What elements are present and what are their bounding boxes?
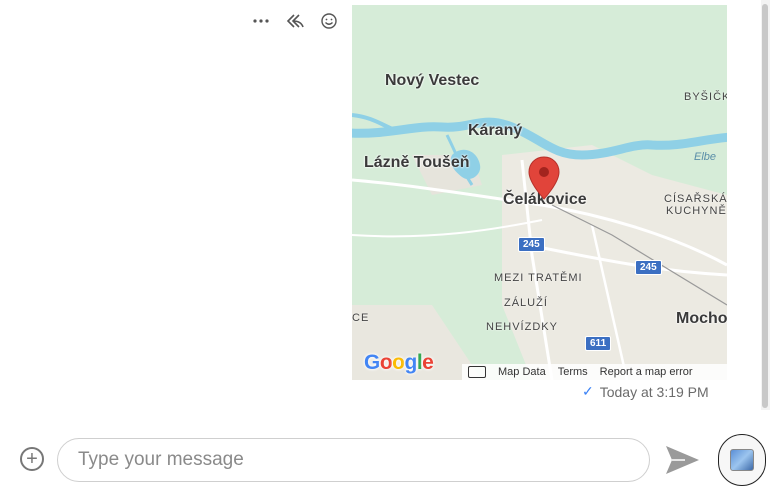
emoji-icon[interactable] [318, 10, 340, 32]
place-label: Mocho [676, 310, 727, 327]
road-shield: 245 [518, 237, 545, 252]
river-label: Elbe [694, 151, 717, 163]
place-label: CÍSAŘSKÁ [664, 193, 727, 205]
map-pin-icon [528, 156, 560, 200]
send-button[interactable] [663, 441, 701, 479]
place-label: MEZI TRATĚMI [494, 272, 583, 284]
more-horizontal-icon[interactable] [250, 10, 272, 32]
keyboard-icon[interactable] [468, 366, 486, 378]
location-map[interactable]: Nový Vestec Káraný Lázně Toušeň Čelákovi… [352, 5, 727, 380]
message-actions [250, 10, 340, 32]
road-shield: 611 [585, 336, 612, 351]
place-label: Nový Vestec [385, 72, 480, 89]
google-logo: Google [364, 351, 434, 374]
place-label: BYŠIČKY [684, 91, 727, 103]
place-label: Lázně Toušeň [364, 154, 470, 171]
road-shield: 245 [635, 260, 662, 275]
scrollbar-thumb[interactable] [762, 4, 768, 408]
map-attribution: Map Data Terms Report a map error [462, 364, 727, 380]
place-label: Káraný [468, 122, 523, 139]
message-timestamp: Today at 3:19 PM [599, 383, 709, 400]
report-map-error-link[interactable]: Report a map error [600, 366, 693, 378]
message-status: ✓ Today at 3:19 PM [582, 383, 709, 400]
place-label: KUCHYNĚ [666, 205, 727, 217]
plus-icon: + [26, 448, 38, 470]
place-label: NEHVÍZDKY [486, 321, 558, 333]
map-data-link[interactable]: Map Data [498, 366, 546, 378]
user-avatar-button[interactable] [718, 434, 766, 486]
check-icon: ✓ [582, 383, 594, 399]
place-label: ZÁLUŽÍ [504, 297, 548, 309]
message-input[interactable] [57, 438, 650, 482]
place-label: CE [352, 312, 370, 324]
avatar [730, 449, 754, 471]
add-attachment-button[interactable]: + [20, 447, 44, 471]
terms-link[interactable]: Terms [558, 366, 588, 378]
send-icon [666, 446, 699, 474]
chat-area: Nový Vestec Káraný Lázně Toušeň Čelákovi… [0, 0, 772, 420]
reply-all-icon[interactable] [284, 10, 306, 32]
